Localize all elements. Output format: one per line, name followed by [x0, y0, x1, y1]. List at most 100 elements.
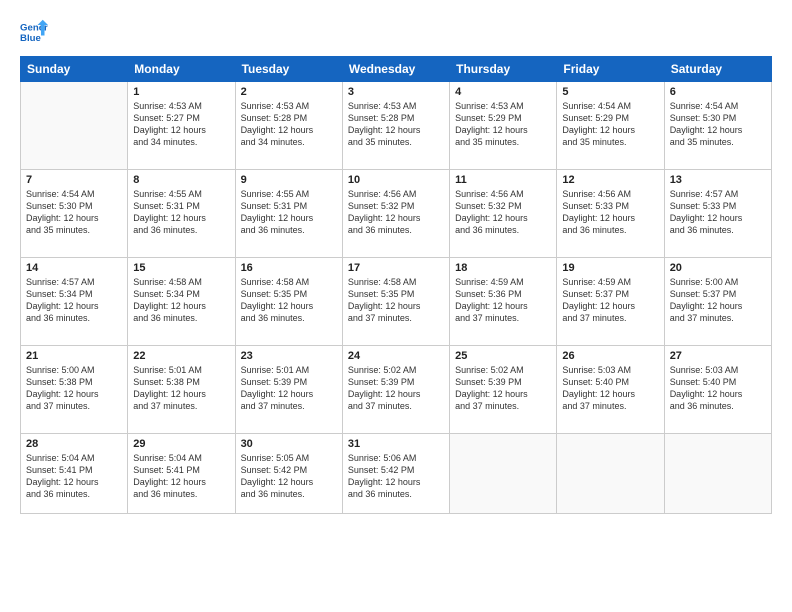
day-cell: 4 Sunrise: 4:53 AMSunset: 5:29 PMDaylight…	[450, 82, 557, 170]
day-cell: 10 Sunrise: 4:56 AMSunset: 5:32 PMDayligh…	[342, 170, 449, 258]
day-cell: 5Sunrise: 4:54 AMSunset: 5:29 PMDaylight…	[557, 82, 664, 170]
day-number: 30	[241, 438, 337, 450]
day-cell: 11 Sunrise: 4:56 AMSunset: 5:32 PMDayligh…	[450, 170, 557, 258]
week-row-4: 21Sunrise: 5:00 AMSunset: 5:38 PMDayligh…	[21, 346, 772, 434]
day-info: Sunrise: 4:59 AMSunset: 5:37 PMDaylight:…	[562, 276, 658, 325]
day-number: 21	[26, 350, 122, 362]
day-cell: 1 Sunrise: 4:53 AMSunset: 5:27 PMDaylight…	[128, 82, 235, 170]
day-cell: 14Sunrise: 4:57 AMSunset: 5:34 PMDayligh…	[21, 258, 128, 346]
day-cell: 24 Sunrise: 5:02 AMSunset: 5:39 PMDayligh…	[342, 346, 449, 434]
day-number: 2	[241, 86, 337, 98]
header: General Blue	[20, 18, 772, 46]
logo-icon: General Blue	[20, 18, 48, 46]
svg-text:Blue: Blue	[20, 33, 41, 44]
weekday-wednesday: Wednesday	[342, 57, 449, 82]
day-number: 24	[348, 350, 444, 362]
day-info: Sunrise: 5:03 AMSunset: 5:40 PMDaylight:…	[670, 364, 766, 413]
weekday-friday: Friday	[557, 57, 664, 82]
week-row-2: 7 Sunrise: 4:54 AMSunset: 5:30 PMDaylight…	[21, 170, 772, 258]
day-number: 16	[241, 262, 337, 274]
day-number: 10	[348, 174, 444, 186]
day-info: Sunrise: 4:53 AMSunset: 5:27 PMDaylight:…	[133, 100, 229, 149]
day-info: Sunrise: 4:54 AMSunset: 5:30 PMDaylight:…	[670, 100, 766, 149]
logo: General Blue	[20, 18, 54, 46]
weekday-sunday: Sunday	[21, 57, 128, 82]
day-cell	[21, 82, 128, 170]
day-info: Sunrise: 5:04 AMSunset: 5:41 PMDaylight:…	[26, 452, 122, 501]
day-number: 19	[562, 262, 658, 274]
day-info: Sunrise: 4:53 AMSunset: 5:28 PMDaylight:…	[241, 100, 337, 149]
day-cell: 8 Sunrise: 4:55 AMSunset: 5:31 PMDaylight…	[128, 170, 235, 258]
day-info: Sunrise: 5:01 AMSunset: 5:39 PMDaylight:…	[241, 364, 337, 413]
day-number: 7	[26, 174, 122, 186]
day-cell: 9Sunrise: 4:55 AMSunset: 5:31 PMDaylight…	[235, 170, 342, 258]
day-number: 17	[348, 262, 444, 274]
day-number: 1	[133, 86, 229, 98]
day-info: Sunrise: 4:54 AMSunset: 5:30 PMDaylight:…	[26, 188, 122, 237]
day-cell: 6Sunrise: 4:54 AMSunset: 5:30 PMDaylight…	[664, 82, 771, 170]
day-info: Sunrise: 4:56 AMSunset: 5:33 PMDaylight:…	[562, 188, 658, 237]
day-info: Sunrise: 4:59 AMSunset: 5:36 PMDaylight:…	[455, 276, 551, 325]
day-cell: 15Sunrise: 4:58 AMSunset: 5:34 PMDayligh…	[128, 258, 235, 346]
weekday-thursday: Thursday	[450, 57, 557, 82]
day-info: Sunrise: 5:05 AMSunset: 5:42 PMDaylight:…	[241, 452, 337, 501]
day-number: 4	[455, 86, 551, 98]
week-row-5: 28 Sunrise: 5:04 AMSunset: 5:41 PMDayligh…	[21, 434, 772, 514]
page: General Blue SundayMondayTuesdayWednesda…	[0, 0, 792, 612]
day-number: 20	[670, 262, 766, 274]
day-number: 26	[562, 350, 658, 362]
day-info: Sunrise: 5:01 AMSunset: 5:38 PMDaylight:…	[133, 364, 229, 413]
day-number: 31	[348, 438, 444, 450]
day-info: Sunrise: 4:54 AMSunset: 5:29 PMDaylight:…	[562, 100, 658, 149]
day-cell: 19 Sunrise: 4:59 AMSunset: 5:37 PMDayligh…	[557, 258, 664, 346]
day-cell: 12 Sunrise: 4:56 AMSunset: 5:33 PMDayligh…	[557, 170, 664, 258]
day-cell	[664, 434, 771, 514]
day-info: Sunrise: 4:56 AMSunset: 5:32 PMDaylight:…	[455, 188, 551, 237]
week-row-1: 1 Sunrise: 4:53 AMSunset: 5:27 PMDaylight…	[21, 82, 772, 170]
day-number: 8	[133, 174, 229, 186]
week-row-3: 14Sunrise: 4:57 AMSunset: 5:34 PMDayligh…	[21, 258, 772, 346]
day-info: Sunrise: 5:02 AMSunset: 5:39 PMDaylight:…	[348, 364, 444, 413]
day-number: 11	[455, 174, 551, 186]
day-cell: 7 Sunrise: 4:54 AMSunset: 5:30 PMDaylight…	[21, 170, 128, 258]
day-cell: 16Sunrise: 4:58 AMSunset: 5:35 PMDayligh…	[235, 258, 342, 346]
day-info: Sunrise: 4:53 AMSunset: 5:29 PMDaylight:…	[455, 100, 551, 149]
day-cell	[557, 434, 664, 514]
weekday-saturday: Saturday	[664, 57, 771, 82]
day-number: 13	[670, 174, 766, 186]
day-cell: 21Sunrise: 5:00 AMSunset: 5:38 PMDayligh…	[21, 346, 128, 434]
day-cell: 20 Sunrise: 5:00 AMSunset: 5:37 PMDayligh…	[664, 258, 771, 346]
weekday-header-row: SundayMondayTuesdayWednesdayThursdayFrid…	[21, 57, 772, 82]
day-number: 27	[670, 350, 766, 362]
day-cell: 23 Sunrise: 5:01 AMSunset: 5:39 PMDayligh…	[235, 346, 342, 434]
day-info: Sunrise: 5:00 AMSunset: 5:37 PMDaylight:…	[670, 276, 766, 325]
day-info: Sunrise: 5:02 AMSunset: 5:39 PMDaylight:…	[455, 364, 551, 413]
day-cell: 13Sunrise: 4:57 AMSunset: 5:33 PMDayligh…	[664, 170, 771, 258]
day-info: Sunrise: 4:55 AMSunset: 5:31 PMDaylight:…	[133, 188, 229, 237]
day-cell: 17 Sunrise: 4:58 AMSunset: 5:35 PMDayligh…	[342, 258, 449, 346]
day-cell: 3 Sunrise: 4:53 AMSunset: 5:28 PMDaylight…	[342, 82, 449, 170]
day-number: 14	[26, 262, 122, 274]
day-number: 23	[241, 350, 337, 362]
day-cell: 22Sunrise: 5:01 AMSunset: 5:38 PMDayligh…	[128, 346, 235, 434]
day-number: 28	[26, 438, 122, 450]
day-info: Sunrise: 5:04 AMSunset: 5:41 PMDaylight:…	[133, 452, 229, 501]
day-cell: 30 Sunrise: 5:05 AMSunset: 5:42 PMDayligh…	[235, 434, 342, 514]
day-number: 12	[562, 174, 658, 186]
day-number: 29	[133, 438, 229, 450]
day-cell: 2 Sunrise: 4:53 AMSunset: 5:28 PMDaylight…	[235, 82, 342, 170]
day-info: Sunrise: 4:58 AMSunset: 5:35 PMDaylight:…	[348, 276, 444, 325]
day-info: Sunrise: 5:06 AMSunset: 5:42 PMDaylight:…	[348, 452, 444, 501]
day-number: 9	[241, 174, 337, 186]
day-number: 3	[348, 86, 444, 98]
calendar-table: SundayMondayTuesdayWednesdayThursdayFrid…	[20, 56, 772, 514]
weekday-monday: Monday	[128, 57, 235, 82]
day-cell: 28 Sunrise: 5:04 AMSunset: 5:41 PMDayligh…	[21, 434, 128, 514]
day-number: 15	[133, 262, 229, 274]
day-number: 25	[455, 350, 551, 362]
day-cell: 18Sunrise: 4:59 AMSunset: 5:36 PMDayligh…	[450, 258, 557, 346]
day-cell: 26Sunrise: 5:03 AMSunset: 5:40 PMDayligh…	[557, 346, 664, 434]
day-cell	[450, 434, 557, 514]
day-info: Sunrise: 4:53 AMSunset: 5:28 PMDaylight:…	[348, 100, 444, 149]
day-info: Sunrise: 4:56 AMSunset: 5:32 PMDaylight:…	[348, 188, 444, 237]
